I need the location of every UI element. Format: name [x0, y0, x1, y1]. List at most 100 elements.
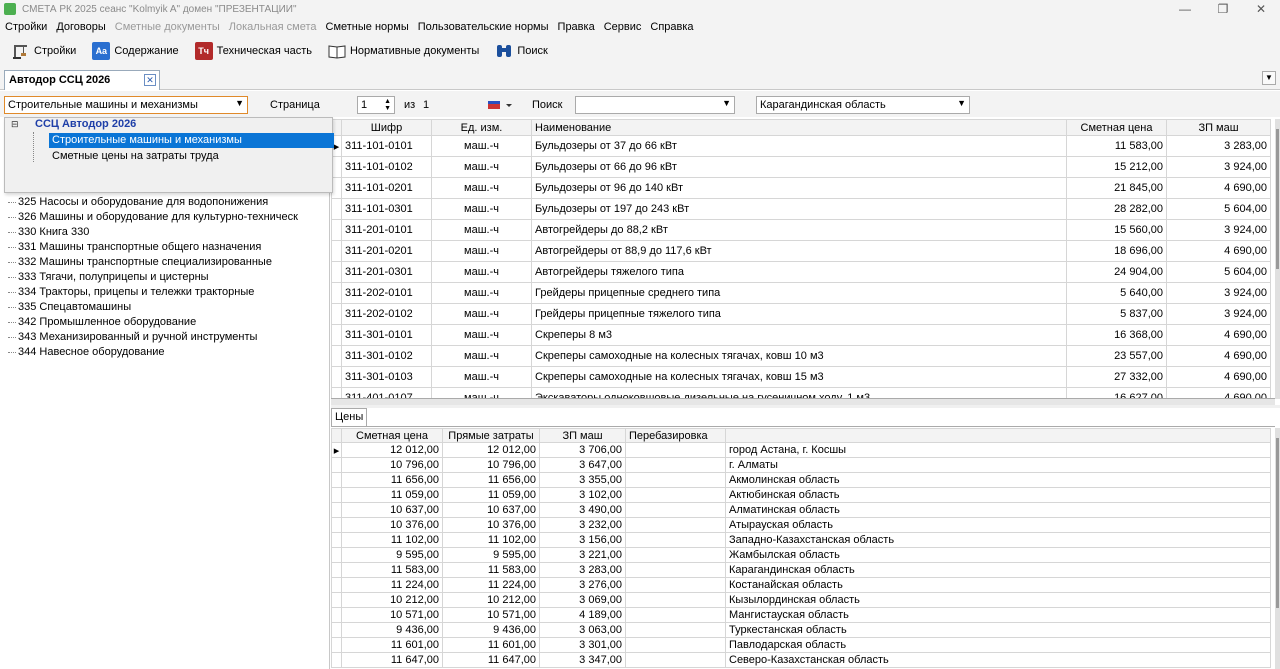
cell-unit: маш.-ч — [431, 345, 532, 367]
menu-estimate-norms[interactable]: Сметные нормы — [322, 21, 413, 33]
collapse-icon[interactable]: ⊟ — [11, 119, 19, 130]
table-row[interactable]: 10 796,00 10 796,00 3 647,00 г. Алматы — [331, 457, 1271, 473]
menu-edit[interactable]: Правка — [554, 21, 599, 33]
binoculars-icon — [495, 42, 513, 60]
region-select[interactable]: Карагандинская область ▼ — [756, 96, 970, 114]
table-row[interactable]: ▸ 311-101-0101 маш.-ч Бульдозеры от 37 до 6… — [331, 135, 1271, 157]
tree-item[interactable]: 343 Механизированный и ручной инструмент… — [8, 330, 298, 345]
cell-machine-wage: 3 276,00 — [539, 577, 626, 593]
table-row[interactable]: 10 571,00 10 571,00 4 189,00 Мангистауская … — [331, 607, 1271, 623]
table-row[interactable]: 311-201-0301 маш.-ч Автогрейдеры тяжелого … — [331, 261, 1271, 283]
cell-estimate-price: 11 102,00 — [341, 532, 443, 548]
tree-item[interactable]: 342 Промышленное оборудование — [8, 315, 298, 330]
cell-region: Кызылординская область — [725, 592, 1271, 608]
search-input[interactable]: ▼ — [575, 96, 735, 114]
prices-table-scrollbar[interactable] — [1275, 428, 1280, 669]
table-row[interactable]: ▸ 12 012,00 12 012,00 3 706,00 город Астана,… — [331, 442, 1271, 458]
table-row[interactable]: 311-101-0102 маш.-ч Бульдозеры от 66 до 96… — [331, 156, 1271, 178]
table-row[interactable]: 311-301-0103 маш.-ч Скреперы самоходные на… — [331, 366, 1271, 388]
tree-item[interactable]: 334 Тракторы, прицепы и тележки тракторн… — [8, 285, 298, 300]
table-row[interactable]: 9 436,00 9 436,00 3 063,00 Туркестанская об… — [331, 622, 1271, 638]
table-row[interactable]: 11 601,00 11 601,00 3 301,00 Павлодарская о… — [331, 637, 1271, 653]
norms-table-scrollbar[interactable] — [1275, 119, 1280, 399]
tree-item[interactable]: 330 Книга 330 — [8, 225, 298, 240]
col-relocation[interactable]: Перебазировка — [625, 428, 726, 443]
table-row[interactable]: 10 637,00 10 637,00 3 490,00 Алматинская об… — [331, 502, 1271, 518]
dropdown-item-labor[interactable]: Сметные цены на затраты труда — [49, 149, 222, 164]
document-tab[interactable]: Автодор ССЦ 2026 ✕ — [4, 70, 160, 90]
stepper-arrows-icon[interactable]: ▲ ▼ — [384, 98, 391, 112]
menu-projects[interactable]: Стройки — [1, 21, 51, 33]
cell-unit: маш.-ч — [431, 198, 532, 220]
col-wage[interactable]: ЗП маш — [1166, 119, 1271, 136]
table-row[interactable]: 9 595,00 9 595,00 3 221,00 Жамбылская облас… — [331, 547, 1271, 563]
page-stepper[interactable]: 1 ▲ ▼ — [357, 96, 395, 114]
restore-button[interactable]: ❐ — [1204, 0, 1242, 18]
col-code[interactable]: Шифр — [341, 119, 432, 136]
flag-dropdown-icon[interactable] — [488, 99, 514, 114]
col-machine-wage[interactable]: ЗП маш — [539, 428, 626, 443]
normative-docs-button[interactable]: Нормативные документы — [328, 42, 479, 60]
table-row[interactable]: 11 059,00 11 059,00 3 102,00 Актюбинская об… — [331, 487, 1271, 503]
table-row[interactable]: 11 647,00 11 647,00 3 347,00 Северо-Казахст… — [331, 652, 1271, 668]
table-row[interactable]: 311-201-0201 маш.-ч Автогрейдеры от 88,9 д… — [331, 240, 1271, 262]
tree-item[interactable]: 333 Тягачи, полуприцепы и цистерны — [8, 270, 298, 285]
tree-root[interactable]: ССЦ Автодор 2026 — [35, 118, 136, 130]
category-select[interactable]: Строительные машины и механизмы ▼ — [4, 96, 248, 114]
close-tab-icon[interactable]: ✕ — [144, 74, 156, 86]
tree-item[interactable]: 325 Насосы и оборудование для водопониже… — [8, 195, 298, 210]
minimize-button[interactable]: — — [1166, 0, 1204, 18]
menu-user-norms[interactable]: Пользовательские нормы — [414, 21, 553, 33]
col-region[interactable] — [725, 428, 1271, 443]
row-indicator — [331, 156, 342, 178]
table-row[interactable]: 11 224,00 11 224,00 3 276,00 Костанайская о… — [331, 577, 1271, 593]
table-row[interactable]: 311-301-0101 маш.-ч Скреперы 8 м3 16 368,00… — [331, 324, 1271, 346]
row-indicator — [331, 303, 342, 325]
menu-contracts[interactable]: Договоры — [52, 21, 109, 33]
tree-item[interactable]: 332 Машины транспортные специализированн… — [8, 255, 298, 270]
cell-relocation — [625, 487, 726, 503]
search-button[interactable]: Поиск — [495, 42, 548, 60]
cell-name: Бульдозеры от 197 до 243 кВт — [531, 198, 1067, 220]
tree-item[interactable]: 335 Спецавтомашины — [8, 300, 298, 315]
cell-region: Павлодарская область — [725, 637, 1271, 653]
cell-region: Карагандинская область — [725, 562, 1271, 578]
col-estimate-price[interactable]: Сметная цена — [341, 428, 443, 443]
table-row[interactable]: 11 656,00 11 656,00 3 355,00 Акмолинская об… — [331, 472, 1271, 488]
cell-machine-wage: 3 706,00 — [539, 442, 626, 458]
table-row[interactable]: 10 376,00 10 376,00 3 232,00 Атырауская обл… — [331, 517, 1271, 533]
chevron-down-icon: ▼ — [722, 98, 731, 108]
tree-item[interactable]: 344 Навесное оборудование — [8, 345, 298, 360]
col-name[interactable]: Наименование — [531, 119, 1067, 136]
cell-wage: 3 283,00 — [1166, 135, 1271, 157]
col-direct-costs[interactable]: Прямые затраты — [442, 428, 540, 443]
technical-part-button[interactable]: Тч Техническая часть — [194, 42, 312, 60]
tree-item[interactable]: 326 Машины и оборудование для культурно-… — [8, 210, 298, 225]
app-icon — [4, 3, 16, 15]
table-row[interactable]: 311-202-0102 маш.-ч Грейдеры прицепные тяж… — [331, 303, 1271, 325]
col-unit[interactable]: Ед. изм. — [431, 119, 532, 136]
tab-prices[interactable]: Цены — [331, 408, 367, 426]
projects-button[interactable]: Стройки — [12, 42, 76, 60]
table-row[interactable]: 311-101-0201 маш.-ч Бульдозеры от 96 до 14… — [331, 177, 1271, 199]
menu-help[interactable]: Справка — [646, 21, 697, 33]
row-indicator-header — [331, 428, 342, 443]
table-row[interactable]: 311-301-0102 маш.-ч Скреперы самоходные на… — [331, 345, 1271, 367]
contents-button[interactable]: Aa Содержание — [92, 42, 179, 60]
table-row[interactable]: 311-202-0101 маш.-ч Грейдеры прицепные сре… — [331, 282, 1271, 304]
close-button[interactable]: ✕ — [1242, 0, 1280, 18]
splitter[interactable] — [331, 405, 1280, 408]
table-row[interactable]: 11 102,00 11 102,00 3 156,00 Западно-Казахс… — [331, 532, 1271, 548]
tab-list-chevron-icon[interactable]: ▼ — [1262, 71, 1276, 85]
table-row[interactable]: 11 583,00 11 583,00 3 283,00 Карагандинская… — [331, 562, 1271, 578]
cell-name: Автогрейдеры тяжелого типа — [531, 261, 1067, 283]
col-price[interactable]: Сметная цена — [1066, 119, 1167, 136]
table-row[interactable]: 311-201-0101 маш.-ч Автогрейдеры до 88,2 к… — [331, 219, 1271, 241]
table-row[interactable]: 311-401-0107 маш.-ч Экскаваторы одноковшов… — [331, 387, 1271, 398]
menu-service[interactable]: Сервис — [600, 21, 646, 33]
table-row[interactable]: 311-101-0301 маш.-ч Бульдозеры от 197 до 2… — [331, 198, 1271, 220]
cell-relocation — [625, 592, 726, 608]
tree-item[interactable]: 331 Машины транспортные общего назначени… — [8, 240, 298, 255]
dropdown-item-machines[interactable]: Строительные машины и механизмы — [49, 133, 334, 148]
table-row[interactable]: 10 212,00 10 212,00 3 069,00 Кызылординская… — [331, 592, 1271, 608]
